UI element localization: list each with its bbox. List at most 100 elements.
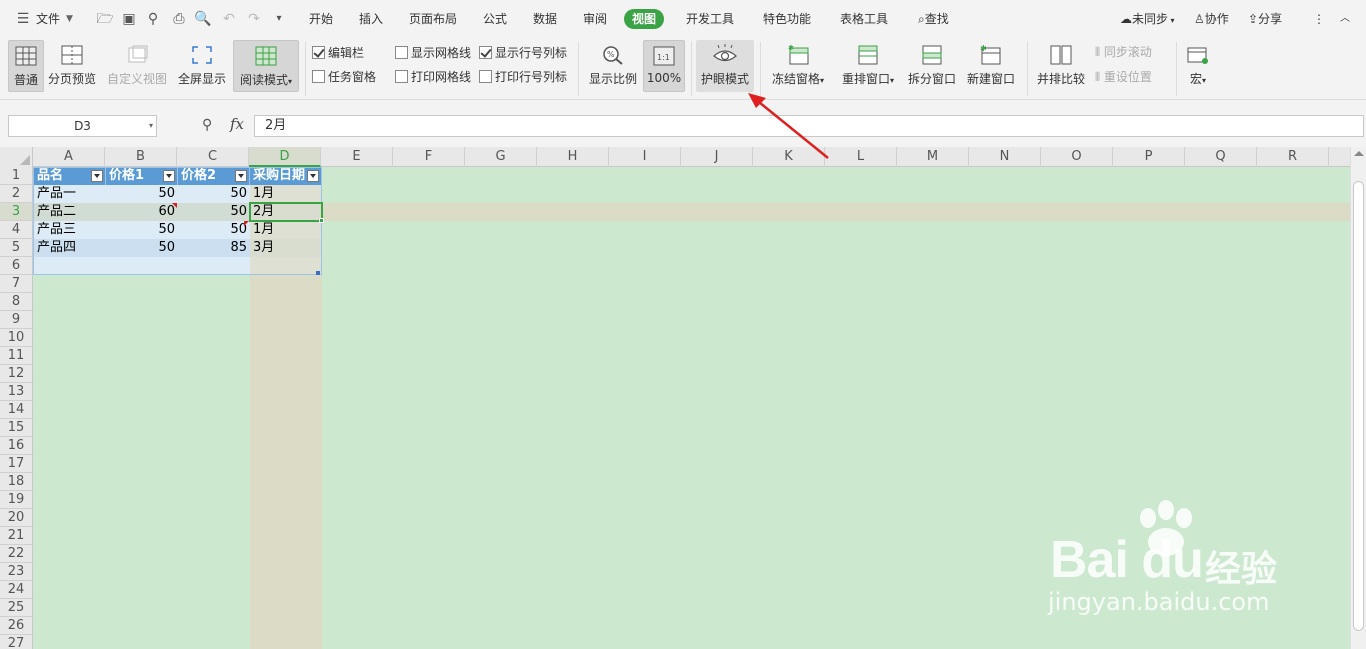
file-menu[interactable]: 文件 [36,9,60,29]
share-button[interactable]: ⇪分享 [1248,9,1282,29]
arrange-windows-button[interactable]: 重排窗口▾ [837,40,899,92]
column-header-i[interactable]: I [609,147,681,167]
row-header-16[interactable]: 16 [0,437,33,455]
tab-page-layout[interactable]: 页面布局 [409,9,457,29]
table-cell[interactable]: 产品三 [34,221,106,239]
new-window-button[interactable]: ✱ 新建窗口 [964,40,1018,92]
select-all-corner[interactable] [0,147,33,167]
tab-table-tools[interactable]: 表格工具 [840,9,888,29]
tab-insert[interactable]: 插入 [359,9,383,29]
freeze-panes-button[interactable]: ✱ 冻结窗格▾ [767,40,829,92]
name-box-dropdown-icon[interactable]: ▾ [149,116,153,136]
row-header-23[interactable]: 23 [0,563,33,581]
table-cell[interactable]: 50 [178,185,250,203]
page-break-preview-button[interactable]: 分页预览 [47,40,97,92]
print-headings-checkbox[interactable]: 打印行号列标 [479,68,567,86]
redo-icon[interactable]: ↷ [245,10,263,28]
formula-input[interactable]: 2月 [254,115,1364,137]
search-button[interactable]: ⌕查找 [918,9,949,29]
column-header-k[interactable]: K [753,147,825,167]
sync-scroll-button[interactable]: ⫴ 同步滚动 [1095,43,1152,61]
filter-dropdown-icon[interactable] [235,170,247,182]
table-cell[interactable]: 产品一 [34,185,106,203]
column-header-l[interactable]: L [825,147,897,167]
table-cell[interactable]: 产品四 [34,239,106,257]
row-header-13[interactable]: 13 [0,383,33,401]
column-header-p[interactable]: P [1113,147,1185,167]
row-header-11[interactable]: 11 [0,347,33,365]
row-header-8[interactable]: 8 [0,293,33,311]
tab-data[interactable]: 数据 [533,9,557,29]
column-header-f[interactable]: F [393,147,465,167]
column-header-q[interactable]: Q [1185,147,1257,167]
file-menu-chevron-icon[interactable]: ▼ [66,9,73,29]
hamburger-menu-icon[interactable]: ☰ [14,10,32,28]
reading-mode-button[interactable]: 阅读模式▾ [233,40,299,92]
row-header-20[interactable]: 20 [0,509,33,527]
table-header-cell[interactable]: 价格2 [178,167,250,185]
table-cell[interactable]: 产品二 [34,203,106,221]
task-pane-checkbox[interactable]: 任务窗格 [312,68,376,86]
normal-view-button[interactable]: 普通 [8,40,44,92]
row-header-18[interactable]: 18 [0,473,33,491]
spreadsheet-grid[interactable]: ABCDEFGHIJKLMNOPQR 1 2 3 4 5 6 7 8 9 10 11 12 13 14 15… [0,147,1366,649]
row-header-14[interactable]: 14 [0,401,33,419]
row-header-6[interactable]: 6 [0,257,33,275]
column-header-m[interactable]: M [897,147,969,167]
column-header-d[interactable]: D [249,147,321,167]
filter-dropdown-icon[interactable] [91,170,103,182]
row-header-25[interactable]: 25 [0,599,33,617]
row-header-4[interactable]: 4 [0,221,33,239]
name-box[interactable]: D3 ▾ [8,115,157,137]
table-resize-handle[interactable] [316,271,320,275]
macro-button[interactable]: 宏▾ [1183,40,1213,92]
filter-dropdown-icon[interactable] [163,170,175,182]
tab-home[interactable]: 开始 [309,9,333,29]
more-options-icon[interactable]: ⋮ [1313,9,1325,29]
row-header-2[interactable]: 2 [0,185,33,203]
row-header-26[interactable]: 26 [0,617,33,635]
table-header-cell[interactable]: 采购日期 [250,167,322,185]
table-cell[interactable]: 85 [178,239,250,257]
open-folder-icon[interactable]: 🗁 [96,10,114,28]
reset-position-button[interactable]: ⫴ 重设位置 [1095,68,1152,86]
format-painter-icon[interactable]: ⚲ [144,10,162,28]
show-headings-checkbox[interactable]: 显示行号列标 [479,44,567,62]
column-header-g[interactable]: G [465,147,537,167]
column-header-r[interactable]: R [1257,147,1329,167]
custom-view-button[interactable]: 自定义视图 [106,40,168,92]
table-cell[interactable]: 50 [178,221,250,239]
zoom-100-button[interactable]: 1:1 100% [643,40,685,92]
fullscreen-button[interactable]: 全屏显示 [177,40,227,92]
collapse-ribbon-icon[interactable]: ︿ [1340,9,1350,29]
table-cell[interactable]: 60 [106,203,178,221]
column-header-e[interactable]: E [321,147,393,167]
sync-status[interactable]: ☁未同步 ▾ [1120,9,1175,29]
tab-special-features[interactable]: 特色功能 [763,9,811,29]
tab-developer[interactable]: 开发工具 [686,9,734,29]
row-header-5[interactable]: 5 [0,239,33,257]
print-icon[interactable]: ⎙ [170,10,188,28]
table-cell[interactable]: 50 [106,185,178,203]
insert-function-button[interactable]: fx [230,115,244,133]
tab-view[interactable]: 视图 [624,9,665,29]
row-header-22[interactable]: 22 [0,545,33,563]
eye-protection-mode-button[interactable]: 护眼模式 [696,40,754,92]
table-cell[interactable]: 50 [178,203,250,221]
tab-formulas[interactable]: 公式 [483,9,507,29]
formula-zoom-icon[interactable]: ⚲ [202,117,212,133]
table-cell[interactable]: 3月 [250,239,322,257]
row-header-9[interactable]: 9 [0,311,33,329]
column-header-c[interactable]: C [177,147,249,167]
column-header-a[interactable]: A [33,147,105,167]
row-header-3[interactable]: 3 [0,203,33,221]
show-gridlines-checkbox[interactable]: 显示网格线 [395,44,471,62]
side-by-side-button[interactable]: 并排比较 [1035,40,1087,92]
vertical-scrollbar[interactable] [1350,147,1366,649]
save-icon[interactable]: ▣ [120,10,138,28]
column-header-j[interactable]: J [681,147,753,167]
print-preview-icon[interactable]: 🔍 [194,10,212,28]
column-header-n[interactable]: N [969,147,1041,167]
row-header-1[interactable]: 1 [0,167,33,185]
table-cell[interactable]: 1月 [250,221,322,239]
